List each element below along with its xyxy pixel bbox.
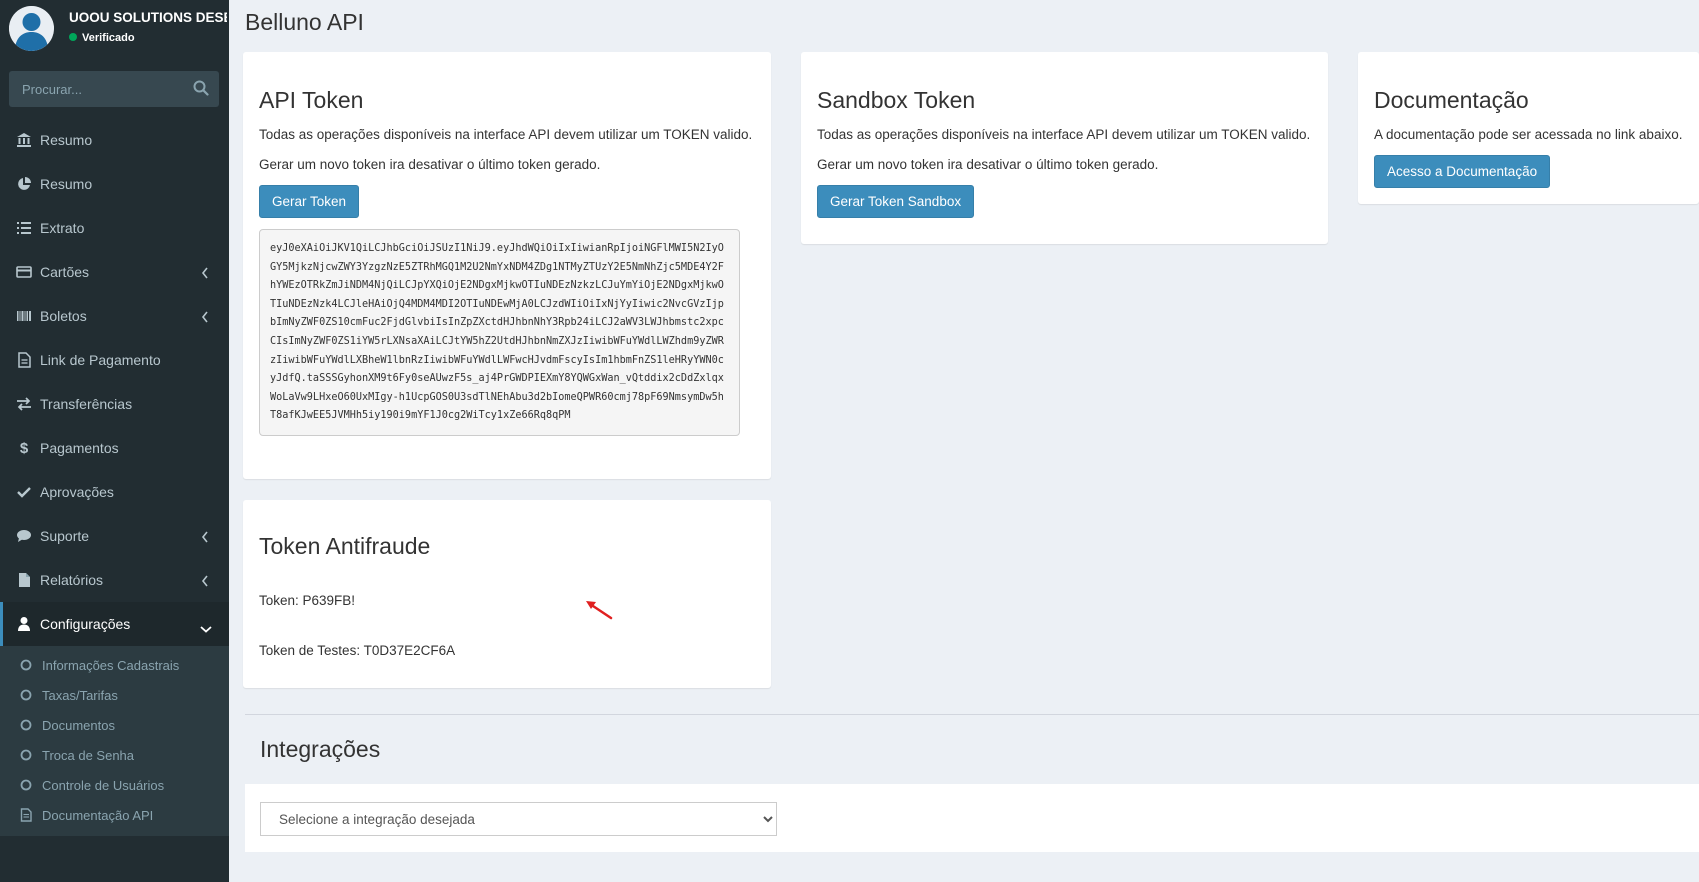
submenu-item-label: Documentos xyxy=(42,717,115,733)
main-content: Belluno API API Token Todas as operações… xyxy=(229,0,1699,882)
sidebar-item-label: Cartões xyxy=(40,264,90,280)
dollar-icon: $ xyxy=(19,439,29,457)
sidebar-item-resumo-2[interactable]: Resumo xyxy=(0,162,229,206)
submenu-item-label: Informações Cadastrais xyxy=(42,657,180,673)
submenu-item-label: Controle de Usuários xyxy=(42,777,165,793)
submenu-item-label: Documentação API xyxy=(42,807,154,823)
api-token-value[interactable]: eyJ0eXAiOiJKV1QiLCJhbGciOiJSUzI1NiJ9.eyJ… xyxy=(259,229,740,436)
chevron-left-icon xyxy=(201,310,209,323)
sidebar-item-cartoes[interactable]: Cartões xyxy=(0,250,229,294)
annotation-arrow-icon xyxy=(586,601,613,620)
sidebar-item-label: Configurações xyxy=(40,616,131,632)
integracoes-title: Integrações xyxy=(260,736,381,762)
sidebar-item-label: Transferências xyxy=(40,396,133,412)
antifraude-box: Token Antifraude Token: P639FB! Token de… xyxy=(243,500,771,688)
circle-icon xyxy=(19,658,33,672)
api-token-box: API Token Todas as operações disponíveis… xyxy=(243,52,771,479)
antifraude-token: Token: P639FB! xyxy=(259,593,356,608)
chevron-left-icon xyxy=(201,530,209,543)
page-title: Belluno API xyxy=(245,9,364,35)
circle-icon xyxy=(19,688,33,702)
sidebar-item-label: Suporte xyxy=(40,528,90,544)
sidebar-item-label: Resumo xyxy=(40,176,93,192)
user-name: UOOU SOLUTIONS DESE xyxy=(69,10,227,25)
generate-sandbox-token-button[interactable]: Gerar Token Sandbox xyxy=(817,185,975,218)
submenu-item-label: Taxas/Tarifas xyxy=(42,687,118,703)
pie-chart-icon xyxy=(15,175,33,193)
sidebar-item-label: Extrato xyxy=(40,220,85,236)
sidebar-item-label: Relatórios xyxy=(40,572,104,588)
comment-icon xyxy=(15,527,33,545)
bank-icon xyxy=(15,131,33,149)
file-text-icon xyxy=(15,571,33,589)
sidebar-item-aprovacoes[interactable]: Aprovações xyxy=(0,470,229,514)
user-status-label: Verificado xyxy=(82,32,135,44)
documentacao-box: Documentação A documentação pode ser ace… xyxy=(1358,52,1699,204)
integration-select[interactable]: Selecione a integração desejada xyxy=(260,802,777,836)
chevron-left-icon xyxy=(201,266,209,279)
sidebar-item-label: Link de Pagamento xyxy=(40,352,161,368)
file-icon xyxy=(15,351,33,369)
sandbox-token-title: Sandbox Token xyxy=(817,87,976,113)
chevron-down-icon xyxy=(200,620,212,633)
sidebar-item-label: Boletos xyxy=(40,308,87,324)
sidebar-item-pagamentos[interactable]: $ Pagamentos xyxy=(0,426,229,470)
circle-icon xyxy=(19,718,33,732)
exchange-icon xyxy=(15,395,33,413)
sidebar-item-label: Aprovações xyxy=(40,484,114,500)
circle-icon xyxy=(19,748,33,762)
sidebar-item-configuracoes[interactable]: Configurações xyxy=(0,602,229,646)
avatar xyxy=(9,6,54,51)
sidebar-item-label: Resumo xyxy=(40,132,93,148)
search-icon[interactable] xyxy=(193,80,211,98)
sandbox-token-desc: Todas as operações disponíveis na interf… xyxy=(817,127,1311,142)
sidebar-item-resumo[interactable]: Resumo xyxy=(0,118,229,162)
documentation-access-button[interactable]: Acesso a Documentação xyxy=(1374,155,1551,188)
sidebar: UOOU SOLUTIONS DESE Verificado Resumo Re… xyxy=(0,0,229,882)
submenu-item-taxas-tarifas[interactable]: Taxas/Tarifas xyxy=(0,680,229,710)
submenu-item-troca-senha[interactable]: Troca de Senha xyxy=(0,740,229,770)
sidebar-item-relatorios[interactable]: Relatórios xyxy=(0,558,229,602)
antifraude-test-token: Token de Testes: T0D37E2CF6A xyxy=(259,643,456,658)
check-icon xyxy=(15,483,33,501)
configuracoes-submenu: Informações Cadastrais Taxas/Tarifas Doc… xyxy=(0,646,229,836)
antifraude-title: Token Antifraude xyxy=(259,533,431,559)
sidebar-item-boletos[interactable]: Boletos xyxy=(0,294,229,338)
chevron-left-icon xyxy=(201,574,209,587)
sidebar-item-suporte[interactable]: Suporte xyxy=(0,514,229,558)
list-icon xyxy=(15,219,33,237)
documentacao-desc: A documentação pode ser acessada no link… xyxy=(1374,127,1683,142)
user-panel: UOOU SOLUTIONS DESE Verificado xyxy=(0,0,229,62)
user-icon xyxy=(15,615,33,633)
submenu-item-documentacao-api[interactable]: Documentação API xyxy=(0,800,229,830)
sidebar-item-label: Pagamentos xyxy=(40,440,119,456)
sandbox-token-warning: Gerar um novo token ira desativar o últi… xyxy=(817,157,1159,172)
api-token-title: API Token xyxy=(259,87,364,113)
documentacao-title: Documentação xyxy=(1374,87,1529,113)
submenu-item-controle-usuarios[interactable]: Controle de Usuários xyxy=(0,770,229,800)
sidebar-menu: Resumo Resumo Extrato Cartões Boletos Li… xyxy=(0,118,229,836)
section-divider xyxy=(245,714,1699,715)
circle-icon xyxy=(19,778,33,792)
sidebar-item-link-pagamento[interactable]: Link de Pagamento xyxy=(0,338,229,382)
sidebar-item-extrato[interactable]: Extrato xyxy=(0,206,229,250)
sandbox-token-box: Sandbox Token Todas as operações disponí… xyxy=(801,52,1328,244)
status-online-icon xyxy=(69,33,77,41)
generate-token-button[interactable]: Gerar Token xyxy=(259,185,360,218)
submenu-item-informacoes-cadastrais[interactable]: Informações Cadastrais xyxy=(0,650,229,680)
api-token-warning: Gerar um novo token ira desativar o últi… xyxy=(259,157,601,172)
user-avatar-icon xyxy=(9,6,54,51)
credit-card-icon xyxy=(15,263,33,281)
submenu-item-documentos[interactable]: Documentos xyxy=(0,710,229,740)
submenu-item-label: Troca de Senha xyxy=(42,747,135,763)
sidebar-search xyxy=(9,71,219,107)
file-text-icon xyxy=(19,808,33,822)
barcode-icon xyxy=(15,307,33,325)
sidebar-item-transferencias[interactable]: Transferências xyxy=(0,382,229,426)
search-input[interactable] xyxy=(9,71,187,107)
api-token-desc: Todas as operações disponíveis na interf… xyxy=(259,127,753,142)
user-status: Verificado xyxy=(69,32,135,44)
